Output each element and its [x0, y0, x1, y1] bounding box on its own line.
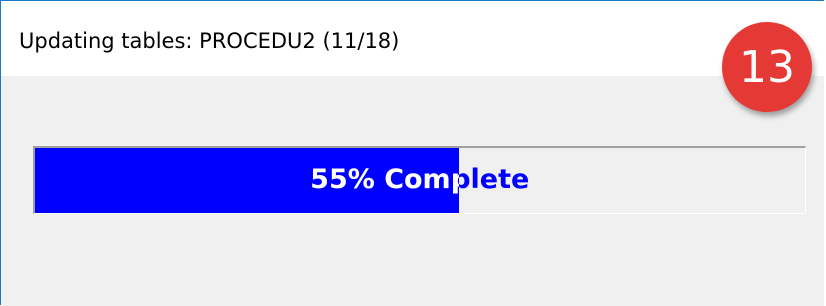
- title-bar: Updating tables: PROCEDU2 (11/18): [1, 1, 824, 76]
- progress-bar: 55% Complete 55% Complete: [33, 146, 806, 214]
- step-number-badge: 13: [722, 22, 812, 112]
- progress-label-overlay: 55% Complete: [310, 164, 458, 195]
- window-title: Updating tables: PROCEDU2 (11/18): [19, 29, 400, 53]
- step-number: 13: [739, 41, 795, 93]
- progress-label-overlay-clip: 55% Complete: [35, 148, 458, 213]
